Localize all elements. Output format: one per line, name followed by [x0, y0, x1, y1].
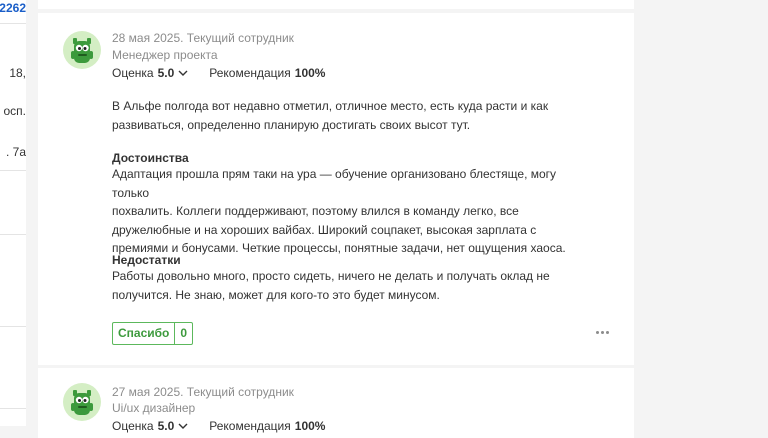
- recommendation-label: Рекомендация: [209, 66, 291, 80]
- avatar: [63, 383, 101, 421]
- rating-row: Оценка 5.0 Рекомендация 100%: [112, 66, 325, 80]
- more-dots-icon[interactable]: [596, 331, 609, 334]
- avatar: [63, 31, 101, 69]
- pros-line: дружелюбные и на хороших вайбах. Широкий…: [112, 222, 537, 237]
- cons-text: Работы довольно много, просто сидеть, ни…: [112, 267, 582, 304]
- summary-line: В Альфе полгода вот недавно отметил, отл…: [112, 99, 549, 113]
- left-sidebar-column: 2262 18, осп. . 7а: [0, 0, 26, 426]
- rating-label: Оценка: [112, 66, 154, 80]
- pros-line: Адаптация прошла прям таки на ура — обуч…: [112, 167, 557, 200]
- rating-label: Оценка: [112, 419, 154, 433]
- thanks-count: 0: [174, 323, 192, 344]
- review-date-status: 27 мая 2025. Текущий сотрудник: [112, 385, 294, 399]
- left-fragment: осп.: [3, 104, 26, 118]
- review-card: 28 мая 2025. Текущий сотрудник Менеджер …: [38, 13, 634, 365]
- left-fragment: 18,: [9, 66, 26, 80]
- cons-line: получится. Не знаю, может для кого-то эт…: [112, 287, 440, 302]
- rating-row: Оценка 5.0 Рекомендация 100%: [112, 419, 325, 433]
- thanks-label[interactable]: Спасибо: [113, 323, 174, 344]
- chevron-down-icon[interactable]: [178, 69, 188, 77]
- chevron-down-icon[interactable]: [178, 422, 188, 430]
- left-fragment-link[interactable]: 2262: [0, 1, 26, 15]
- left-fragment: . 7а: [5, 145, 26, 159]
- recommendation-value: 100%: [294, 66, 326, 80]
- divider: [0, 170, 26, 171]
- pros-title: Достоинства: [112, 151, 189, 165]
- cons-title: Недостатки: [112, 253, 181, 267]
- thanks-button[interactable]: Спасибо 0: [112, 322, 194, 345]
- review-card: 27 мая 2025. Текущий сотрудник Ui/ux диз…: [38, 368, 634, 438]
- divider: [0, 408, 26, 409]
- avatar-monster-icon: [71, 390, 93, 415]
- pros-line: похвалить. Коллеги поддерживают, поэтому…: [112, 204, 519, 218]
- previous-review-card: [38, 0, 634, 9]
- review-summary: В Альфе полгода вот недавно отметил, отл…: [112, 97, 582, 134]
- rating-value[interactable]: 5.0: [158, 66, 175, 80]
- review-position: Менеджер проекта: [112, 48, 218, 62]
- recommendation-value: 100%: [294, 419, 326, 433]
- review-position: Ui/ux дизайнер: [112, 401, 196, 415]
- divider: [0, 326, 26, 327]
- pros-line: премиями и бонусами. Четкие процессы, по…: [112, 241, 566, 255]
- summary-line: развиваться, определенно планирую достиг…: [112, 117, 471, 132]
- divider: [0, 234, 26, 235]
- cons-line: Работы довольно много, просто сидеть, ни…: [112, 269, 550, 283]
- divider: [0, 23, 26, 24]
- avatar-monster-icon: [71, 38, 93, 63]
- review-date-status: 28 мая 2025. Текущий сотрудник: [112, 31, 294, 45]
- pros-text: Адаптация прошла прям таки на ура — обуч…: [112, 165, 582, 258]
- recommendation-label: Рекомендация: [209, 419, 291, 433]
- rating-value[interactable]: 5.0: [158, 419, 175, 433]
